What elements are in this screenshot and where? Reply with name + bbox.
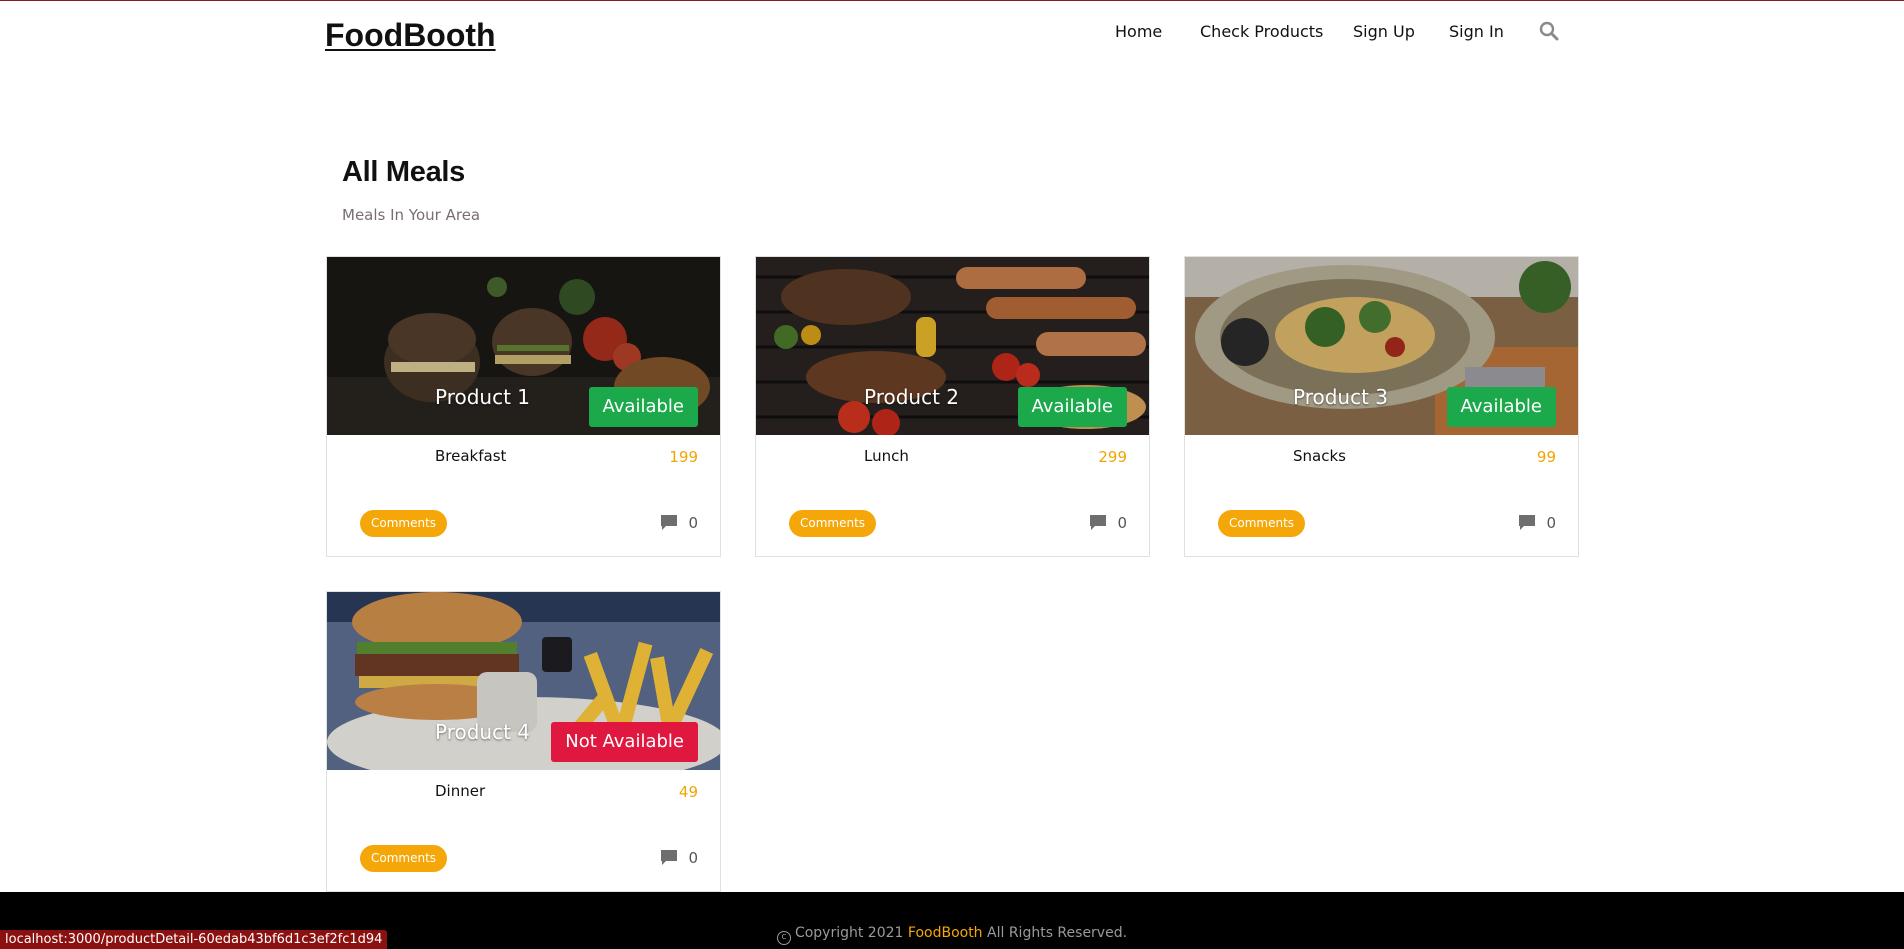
product-card-4[interactable]: Product 4 Not Available Dinner 49 Commen…	[326, 591, 721, 892]
product-category: Breakfast	[435, 447, 507, 465]
product-category: Dinner	[435, 782, 486, 800]
product-price: 49	[678, 783, 698, 801]
page-subtitle: Meals In Your Area	[342, 206, 481, 224]
nav-sign-up[interactable]: Sign Up	[1353, 22, 1415, 41]
product-category: Lunch	[864, 447, 909, 465]
logo[interactable]: FoodBooth	[325, 17, 496, 54]
comments-button[interactable]: Comments	[360, 510, 448, 537]
nav-check-products[interactable]: Check Products	[1200, 22, 1323, 41]
product-category: Snacks	[1293, 447, 1346, 465]
product-price: 199	[669, 448, 698, 466]
comment-icon	[660, 849, 678, 866]
comment-icon	[1089, 514, 1107, 531]
product-card-3[interactable]: Product 3 Available Snacks 99 Comments 0	[1184, 256, 1579, 557]
product-price: 99	[1536, 448, 1556, 466]
comments-button[interactable]: Comments	[360, 845, 448, 872]
status-badge: Not Available	[551, 722, 698, 762]
comment-count: 0	[688, 514, 698, 532]
footer-brand-link[interactable]: FoodBooth	[908, 925, 983, 941]
product-name: Product 2	[864, 385, 960, 409]
status-badge: Available	[1446, 387, 1556, 427]
product-name: Product 3	[1293, 385, 1389, 409]
product-name: Product 1	[435, 385, 531, 409]
page-title: All Meals	[342, 156, 466, 188]
search-icon[interactable]	[1539, 21, 1559, 41]
comments-button[interactable]: Comments	[789, 510, 877, 537]
comments-button[interactable]: Comments	[1218, 510, 1306, 537]
copyright-icon: c	[776, 931, 791, 945]
nav-home[interactable]: Home	[1115, 22, 1162, 41]
comment-icon	[1518, 514, 1536, 531]
footer-copyright-prefix: Copyright 2021	[794, 925, 904, 941]
comment-icon	[660, 514, 678, 531]
product-card-2[interactable]: Product 2 Available Lunch 299 Comments 0	[755, 256, 1150, 557]
product-card-1[interactable]: Product 1 Available Breakfast 199 Commen…	[326, 256, 721, 557]
top-border	[0, 0, 1904, 1]
status-badge: Available	[1017, 387, 1127, 427]
footer-rights: All Rights Reserved.	[987, 925, 1128, 941]
comment-count: 0	[1117, 514, 1127, 532]
status-badge: Available	[588, 387, 698, 427]
comment-count: 0	[1546, 514, 1556, 532]
comment-count: 0	[688, 849, 698, 867]
browser-status-url: localhost:3000/productDetail-60edab43bf6…	[0, 930, 388, 949]
product-name: Product 4	[435, 720, 531, 744]
nav-sign-in[interactable]: Sign In	[1449, 22, 1504, 41]
product-price: 299	[1098, 448, 1127, 466]
